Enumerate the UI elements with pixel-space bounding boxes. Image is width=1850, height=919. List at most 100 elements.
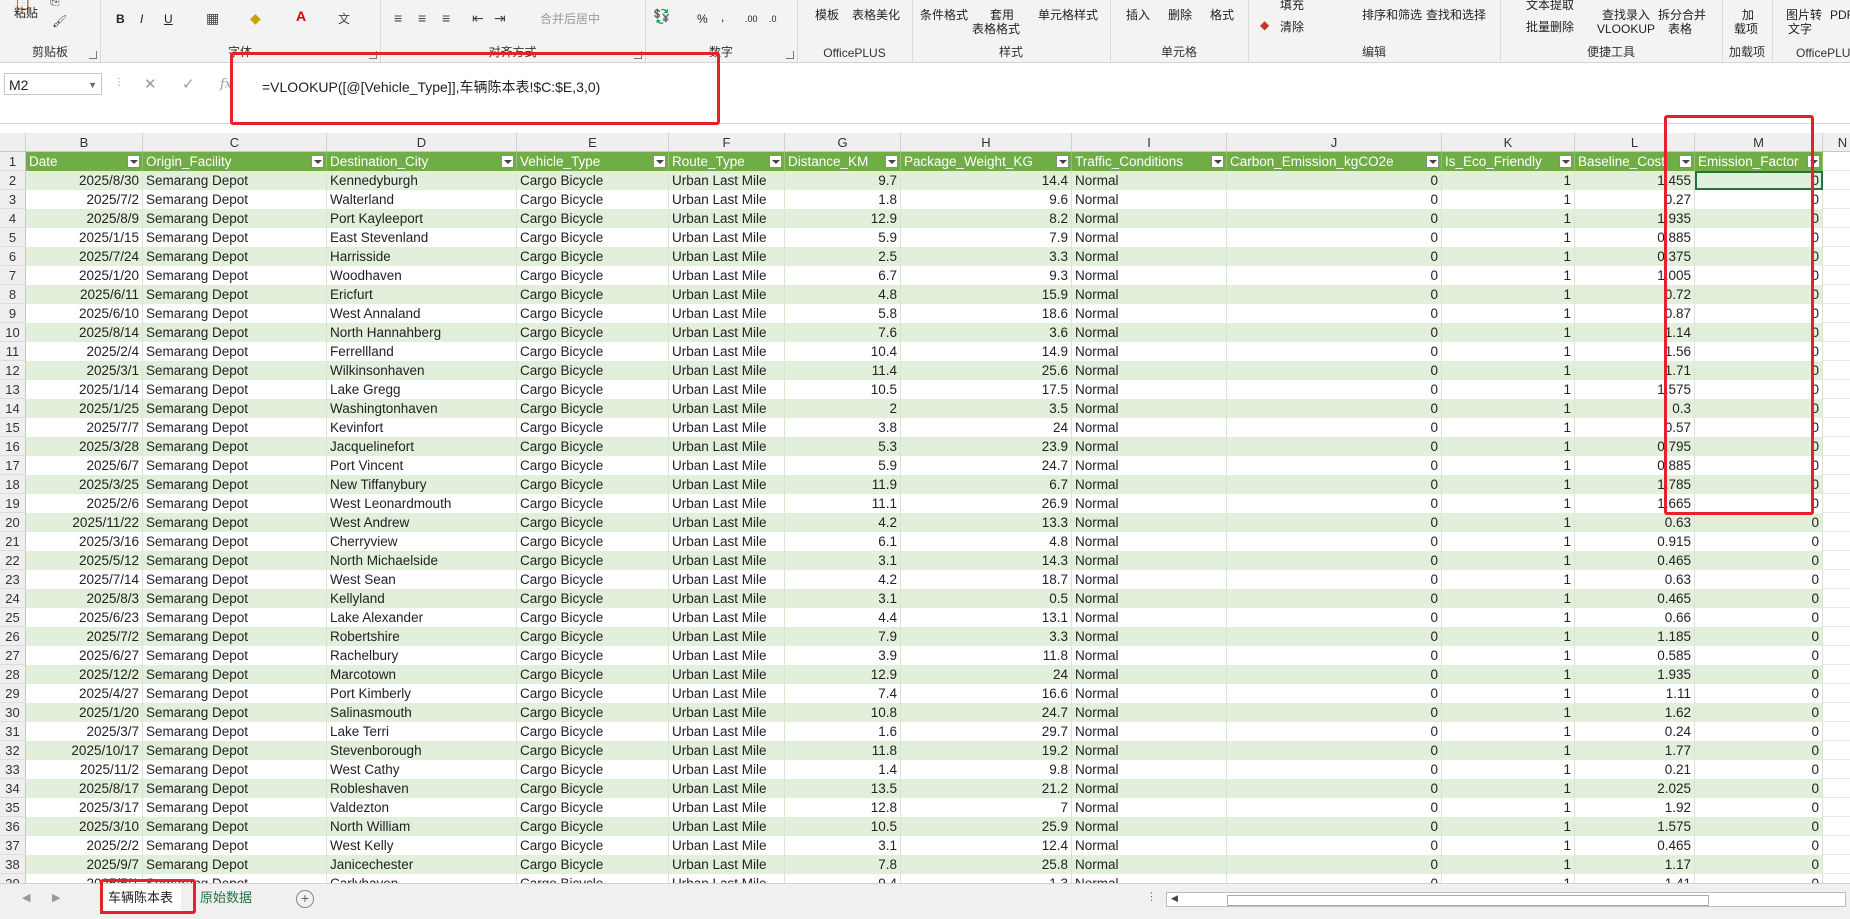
table-cell[interactable]: 0 (1227, 361, 1442, 380)
table-cell[interactable]: Urban Last Mile (669, 247, 785, 266)
copy-icon[interactable]: ⎘ (50, 0, 60, 9)
table-cell[interactable]: 0 (1227, 228, 1442, 247)
align-left-icon[interactable]: ≡ (394, 10, 402, 26)
table-cell[interactable]: Semarang Depot (143, 513, 327, 532)
table-cell[interactable]: Urban Last Mile (669, 304, 785, 323)
table-cell[interactable]: 0 (1695, 665, 1823, 684)
font-color-icon[interactable]: A (296, 8, 306, 24)
table-cell[interactable]: Kellyland (327, 589, 517, 608)
table-cell[interactable]: 9.7 (785, 171, 901, 190)
table-cell[interactable]: Normal (1072, 475, 1227, 494)
table-cell[interactable]: 1 (1442, 190, 1575, 209)
table-cell[interactable]: Semarang Depot (143, 836, 327, 855)
table-cell[interactable]: 2025/8/17 (26, 779, 143, 798)
table-cell[interactable]: 0 (1227, 380, 1442, 399)
table-cell[interactable]: 3.1 (785, 836, 901, 855)
table-cell[interactable]: 2.025 (1575, 779, 1695, 798)
table-cell[interactable]: 9.8 (901, 760, 1072, 779)
table-header-cell[interactable]: Package_Weight_KG (901, 152, 1072, 171)
table-cell[interactable]: 5.9 (785, 456, 901, 475)
table-cell[interactable]: Valdezton (327, 798, 517, 817)
empty-cell[interactable] (1823, 741, 1850, 760)
table-cell[interactable]: 0 (1227, 855, 1442, 874)
table-cell[interactable]: Normal (1072, 361, 1227, 380)
table-cell[interactable]: 25.6 (901, 361, 1072, 380)
table-cell[interactable]: 0 (1227, 304, 1442, 323)
format-painter-icon[interactable]: 🖌 (52, 14, 67, 28)
table-cell[interactable]: 10.4 (785, 342, 901, 361)
table-cell[interactable]: 0.87 (1575, 304, 1695, 323)
table-cell[interactable]: 0 (1227, 703, 1442, 722)
table-cell[interactable]: 0.21 (1575, 760, 1695, 779)
table-cell[interactable]: 24 (901, 418, 1072, 437)
table-cell[interactable]: 2025/1/20 (26, 703, 143, 722)
table-cell[interactable]: 12.9 (785, 665, 901, 684)
table-cell[interactable]: Semarang Depot (143, 779, 327, 798)
table-cell[interactable]: 0 (1695, 855, 1823, 874)
table-cell[interactable]: Wilkinsonhaven (327, 361, 517, 380)
table-cell[interactable]: 23.9 (901, 437, 1072, 456)
table-cell[interactable]: Cargo Bicycle (517, 342, 669, 361)
table-cell[interactable]: 11.9 (785, 475, 901, 494)
empty-cell[interactable] (1823, 399, 1850, 418)
table-cell[interactable]: 1.4 (785, 760, 901, 779)
table-format-label-1[interactable]: 套用 (990, 8, 1014, 22)
table-cell[interactable]: 0 (1227, 285, 1442, 304)
table-cell[interactable]: 19.2 (901, 741, 1072, 760)
table-cell[interactable]: 4.8 (901, 532, 1072, 551)
table-cell[interactable]: 2025/6/7 (26, 456, 143, 475)
table-cell[interactable]: Normal (1072, 722, 1227, 741)
table-cell[interactable]: Cargo Bicycle (517, 247, 669, 266)
table-cell[interactable]: 29.7 (901, 722, 1072, 741)
table-cell[interactable]: 5.3 (785, 437, 901, 456)
table-cell[interactable]: 1 (1442, 171, 1575, 190)
table-cell[interactable]: 1 (1442, 646, 1575, 665)
table-cell[interactable]: 24 (901, 665, 1072, 684)
table-cell[interactable]: 2025/3/28 (26, 437, 143, 456)
table-cell[interactable]: 1.6 (785, 722, 901, 741)
table-cell[interactable]: 5.9 (785, 228, 901, 247)
table-format-button[interactable]: 表格格式 (972, 22, 1020, 36)
table-cell[interactable]: Marcotown (327, 665, 517, 684)
table-cell[interactable]: 0.915 (1575, 532, 1695, 551)
table-cell[interactable]: 1.575 (1575, 380, 1695, 399)
comma-button[interactable]: , (721, 10, 724, 24)
table-cell[interactable]: 14.4 (901, 171, 1072, 190)
table-cell[interactable]: Normal (1072, 532, 1227, 551)
table-cell[interactable]: Normal (1072, 285, 1227, 304)
clipboard-launcher-icon[interactable] (89, 51, 97, 59)
table-cell[interactable]: 5.8 (785, 304, 901, 323)
table-cell[interactable]: 6.7 (901, 475, 1072, 494)
table-cell[interactable]: Normal (1072, 741, 1227, 760)
table-cell[interactable]: 0 (1695, 817, 1823, 836)
table-cell[interactable]: 0 (1695, 551, 1823, 570)
table-cell[interactable]: 0 (1227, 836, 1442, 855)
table-cell[interactable]: 1 (1442, 437, 1575, 456)
find-select-button[interactable]: 查找和选择 (1426, 8, 1486, 22)
table-cell[interactable]: 6.7 (785, 266, 901, 285)
table-cell[interactable]: 0 (1227, 418, 1442, 437)
table-cell[interactable]: Semarang Depot (143, 798, 327, 817)
table-cell[interactable]: 0 (1695, 304, 1823, 323)
table-cell[interactable]: Kevinfort (327, 418, 517, 437)
table-cell[interactable]: 1 (1442, 361, 1575, 380)
table-cell[interactable]: Semarang Depot (143, 209, 327, 228)
table-cell[interactable]: 0 (1695, 874, 1823, 883)
filter-dropdown-icon[interactable] (311, 155, 324, 168)
table-cell[interactable]: 2025/8/14 (26, 323, 143, 342)
table-cell[interactable]: Normal (1072, 798, 1227, 817)
table-cell[interactable]: 1 (1442, 475, 1575, 494)
table-cell[interactable]: 1 (1442, 760, 1575, 779)
table-cell[interactable]: 0 (1227, 570, 1442, 589)
table-cell[interactable]: 13.3 (901, 513, 1072, 532)
table-cell[interactable]: Urban Last Mile (669, 722, 785, 741)
table-cell[interactable]: 0 (1695, 703, 1823, 722)
table-cell[interactable]: 7.9 (901, 228, 1072, 247)
select-all-corner[interactable] (0, 133, 26, 152)
table-cell[interactable]: Semarang Depot (143, 380, 327, 399)
table-cell[interactable]: Urban Last Mile (669, 323, 785, 342)
scroll-left-icon[interactable]: ◀ (1171, 893, 1178, 904)
table-cell[interactable]: 1 (1442, 722, 1575, 741)
table-cell[interactable]: 0 (1227, 589, 1442, 608)
table-cell[interactable]: 0 (1695, 532, 1823, 551)
